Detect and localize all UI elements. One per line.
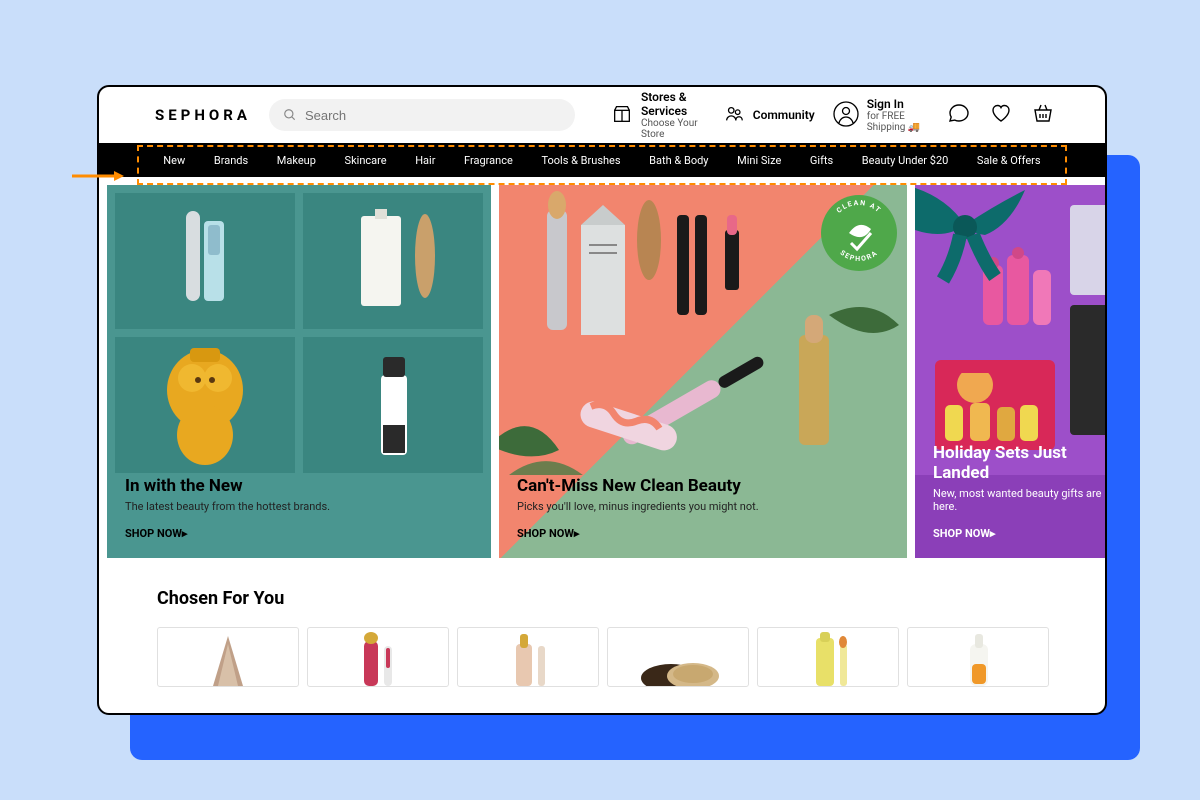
community-link[interactable]: Community — [723, 103, 815, 128]
product-image — [303, 337, 483, 473]
wishlist-button[interactable] — [989, 102, 1013, 128]
basket-button[interactable] — [1031, 102, 1055, 128]
nav-bath[interactable]: Bath & Body — [649, 154, 708, 167]
site-header: SEPHORA Stores & Services Choose Your St… — [99, 87, 1105, 143]
product-image — [188, 627, 268, 686]
signin-title: Sign In — [867, 97, 929, 111]
product-card[interactable] — [157, 627, 299, 687]
nav-gifts[interactable]: Gifts — [810, 154, 833, 167]
nav-fragrance[interactable]: Fragrance — [464, 154, 513, 167]
product-image — [115, 337, 295, 473]
search-icon — [283, 108, 297, 122]
stores-services-link[interactable]: Stores & Services Choose Your Store — [611, 90, 705, 140]
nav-mini[interactable]: Mini Size — [737, 154, 781, 167]
user-icon — [833, 101, 859, 130]
nav-makeup[interactable]: Makeup — [277, 154, 316, 167]
stores-title: Stores & Services — [641, 90, 705, 118]
signin-subtitle: for FREE Shipping 🚚 — [867, 111, 929, 133]
browser-window: SEPHORA Stores & Services Choose Your St… — [97, 85, 1107, 715]
signin-link[interactable]: Sign In for FREE Shipping 🚚 — [833, 97, 929, 133]
product-image — [488, 627, 568, 686]
nav-new[interactable]: New — [163, 154, 185, 167]
nav-skincare[interactable]: Skincare — [345, 154, 387, 167]
store-icon — [611, 103, 633, 128]
annotation-arrow-icon — [72, 168, 124, 184]
shop-now-button[interactable]: SHOP NOW▸ — [933, 527, 1105, 540]
svg-text:SEPHORA: SEPHORA — [839, 249, 880, 263]
product-card[interactable] — [607, 627, 749, 687]
shop-now-button[interactable]: SHOP NOW▸ — [125, 527, 473, 540]
product-image — [338, 627, 418, 686]
hero-subtitle: The latest beauty from the hottest brand… — [125, 500, 473, 513]
search-bar[interactable] — [269, 99, 575, 131]
chat-icon — [947, 101, 971, 129]
community-label: Community — [753, 108, 815, 122]
basket-icon — [1031, 101, 1055, 129]
hero-card-clean[interactable]: CLEAN AT SEPHORA Can't-Miss New Clean Be… — [499, 185, 907, 558]
product-card[interactable] — [757, 627, 899, 687]
stores-subtitle: Choose Your Store — [641, 118, 705, 140]
hero-product-grid — [115, 193, 483, 473]
product-image — [633, 636, 723, 686]
hero-card-new[interactable]: In with the New The latest beauty from t… — [107, 185, 491, 558]
chosen-section: Chosen For You — [99, 558, 1105, 687]
product-card[interactable] — [457, 627, 599, 687]
product-image — [788, 627, 868, 686]
shop-now-button[interactable]: SHOP NOW▸ — [517, 527, 889, 540]
nav-tools[interactable]: Tools & Brushes — [541, 154, 620, 167]
product-image — [938, 627, 1018, 686]
chat-button[interactable] — [947, 102, 971, 128]
product-card[interactable] — [307, 627, 449, 687]
heart-icon — [989, 101, 1013, 129]
product-image — [303, 193, 483, 329]
hero-title: Holiday Sets Just Landed — [933, 443, 1105, 483]
main-nav: New Brands Makeup Skincare Hair Fragranc… — [99, 143, 1105, 177]
hero-title: Can't-Miss New Clean Beauty — [517, 476, 889, 496]
search-input[interactable] — [305, 108, 561, 123]
community-icon — [723, 103, 745, 128]
chosen-carousel — [157, 627, 1047, 687]
hero-card-holiday[interactable]: Holiday Sets Just Landed New, most wante… — [915, 185, 1107, 558]
brand-logo[interactable]: SEPHORA — [155, 106, 251, 124]
product-image — [115, 193, 295, 329]
svg-text:CLEAN AT: CLEAN AT — [835, 199, 883, 215]
hero-carousel: In with the New The latest beauty from t… — [99, 177, 1105, 558]
hero-subtitle: Picks you'll love, minus ingredients you… — [517, 500, 889, 513]
nav-brands[interactable]: Brands — [214, 154, 248, 167]
product-card[interactable] — [907, 627, 1049, 687]
clean-at-sephora-badge: CLEAN AT SEPHORA — [821, 195, 897, 271]
nav-under20[interactable]: Beauty Under $20 — [862, 154, 949, 167]
nav-sale[interactable]: Sale & Offers — [977, 154, 1041, 167]
nav-hair[interactable]: Hair — [415, 154, 435, 167]
hero-title: In with the New — [125, 476, 473, 496]
chosen-title: Chosen For You — [157, 588, 1047, 609]
hero-subtitle: New, most wanted beauty gifts are here. — [933, 487, 1105, 513]
